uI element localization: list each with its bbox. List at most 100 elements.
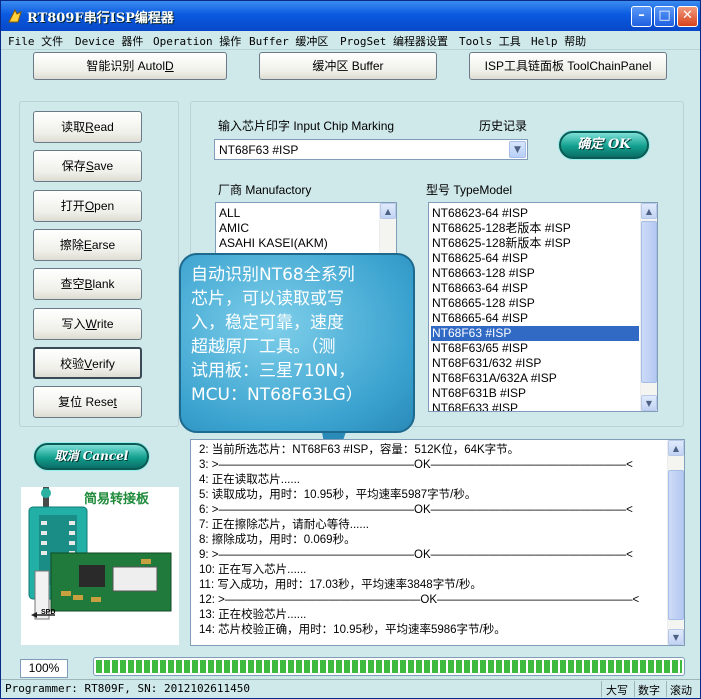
title-bar[interactable]: RT809F串行ISP编程器 – □ ✕ [1, 1, 700, 31]
autoid-button[interactable]: 智能识别 AutolD [33, 52, 227, 80]
open-label-text: 打开 [60, 198, 85, 213]
read-button[interactable]: 读取 Read [33, 111, 142, 143]
manufacturer-item[interactable]: AMIC [218, 221, 249, 236]
type-model-item[interactable]: NT68625-128新版本 #ISP [431, 236, 639, 251]
blank-button[interactable]: 查空 Blank [33, 268, 142, 301]
type-model-item[interactable]: NT68625-64 #ISP [431, 251, 639, 266]
write-label-rest: rite [96, 316, 114, 331]
log-line: 8: 擦除成功，用时：0.069秒。 [199, 534, 356, 546]
chevron-down-icon[interactable]: ▼ [509, 141, 526, 158]
blank-label-mnemonic: B [84, 277, 93, 292]
app-icon [8, 8, 22, 23]
scroll-thumb[interactable] [641, 221, 657, 383]
type-model-scrollbar[interactable]: ▲ ▼ [640, 203, 657, 411]
type-model-item[interactable]: NT68665-128 #ISP [431, 296, 639, 311]
chip-marking-value: NT68F63 #ISP [219, 143, 299, 157]
save-label-rest: ave [93, 159, 114, 174]
feature-callout: 自动识别NT68全系列 芯片，可以读取或写 入，稳定可靠，速度 超越原厂工具。（… [179, 253, 415, 433]
type-model-item[interactable]: NT68F631A/632A #ISP [431, 371, 639, 386]
type-model-item[interactable]: NT68663-128 #ISP [431, 266, 639, 281]
verify-label-text: 校验 [60, 356, 85, 371]
type-model-item[interactable]: NT68F631/632 #ISP [431, 356, 639, 371]
ok-button[interactable]: 确定 OK [559, 131, 649, 159]
close-button[interactable]: ✕ [677, 6, 698, 27]
typemodel-label: 型号 TypeModel [426, 183, 513, 197]
read-label-mnemonic: R [85, 120, 94, 134]
reset-button[interactable]: 复位 Reset [33, 386, 142, 419]
status-bar: Programmer: RT809F, SN: 2012102611450 大写… [1, 679, 700, 698]
log-line: 7: 正在擦除芯片，请耐心等待...... [199, 519, 369, 531]
log-line: 5: 读取成功，用时：10.95秒，平均速率5987字节/秒。 [199, 489, 477, 501]
callout-line: 自动识别NT68全系列 [191, 265, 355, 285]
type-model-item[interactable]: NT68F63 #ISP [431, 326, 639, 341]
log-line: 12: >—————————————————OK————————————————… [199, 594, 640, 606]
adapter-board-image: 简易转接板 SPD [21, 487, 179, 645]
type-model-item[interactable]: NT68665-64 #ISP [431, 311, 639, 326]
caps-lock-indicator: 大写 [606, 684, 628, 697]
save-button[interactable]: 保存 Save [33, 150, 142, 183]
read-label-rest: ead [93, 120, 114, 134]
log-line: 14: 芯片校验正确，用时：10.95秒，平均速率5986字节/秒。 [199, 624, 506, 636]
manufacturer-item[interactable]: ALL [218, 206, 240, 221]
erase-button[interactable]: 擦除 Earse [33, 228, 142, 261]
scroll-thumb[interactable] [668, 470, 684, 620]
write-label-text: 写入 [61, 316, 86, 331]
autoid-label: 智能识别 Autol [86, 59, 165, 73]
manufactory-label: 厂商 Manufactory [218, 183, 312, 197]
open-button[interactable]: 打开 Open [33, 189, 142, 222]
verify-label-rest: erify [92, 356, 115, 371]
menu-progset[interactable]: ProgSet 编程器设置 [340, 33, 448, 49]
scroll-up-icon[interactable]: ▲ [380, 203, 396, 219]
type-model-item[interactable]: NT68625-128老版本 #ISP [431, 221, 639, 236]
log-line: 10: 正在写入芯片...... [199, 564, 307, 576]
erase-label-rest: arse [91, 237, 116, 252]
menu-device[interactable]: Device 器件 [75, 33, 143, 49]
menu-help[interactable]: Help 帮助 [531, 33, 586, 49]
num-lock-indicator: 数字 [638, 684, 660, 697]
type-model-list[interactable]: ▲ ▼ NT68623-64 #ISP NT68625-128老版本 #ISP NT… [428, 202, 658, 412]
cancel-button[interactable]: 取消 Cancel [34, 443, 149, 470]
maximize-button[interactable]: □ [654, 6, 675, 27]
log-line: 4: 正在读取芯片...... [199, 474, 300, 486]
log-output[interactable]: ▲ ▼ 2: 当前所选芯片：NT68F63 #ISP，容量：512K位，64K字… [190, 439, 685, 646]
erase-label-text: 擦除 [59, 237, 84, 252]
autoid-mnemonic: D [165, 59, 174, 73]
manufacturer-list[interactable]: ▲ ALL AMIC ASAHI KASEI(AKM) [215, 202, 397, 260]
log-scrollbar[interactable]: ▲ ▼ [667, 440, 684, 645]
callout-line: 超越原厂工具。（测 [191, 337, 336, 357]
chip-marking-combobox[interactable]: NT68F63 #ISP ▼ [214, 139, 528, 160]
scroll-up-icon[interactable]: ▲ [668, 440, 684, 456]
scroll-down-icon[interactable]: ▼ [668, 629, 684, 645]
menu-tools[interactable]: Tools 工具 [459, 33, 521, 49]
chip-marking-label: 输入芯片印字 Input Chip Marking [218, 119, 395, 133]
toolchain-button[interactable]: ISP工具链面板 ToolChainPanel [469, 52, 667, 80]
blank-label-rest: lank [92, 277, 115, 292]
progress-percent: 100% [20, 659, 68, 678]
type-model-item[interactable]: NT68F63/65 #ISP [431, 341, 639, 356]
erase-label-mnemonic: E [83, 237, 92, 252]
log-line: 3: >—————————————————OK—————————————————… [199, 459, 633, 471]
write-button[interactable]: 写入 Write [33, 307, 142, 340]
callout-line: MCU：NT68F63LG） [191, 385, 363, 405]
buffer-button[interactable]: 缓冲区 Buffer [259, 52, 437, 80]
adapter-board-illustration [28, 487, 172, 620]
type-model-item[interactable]: NT68F631B #ISP [431, 386, 639, 401]
programmer-status: Programmer: RT809F, SN: 2012102611450 [5, 682, 251, 695]
minimize-button[interactable]: – [631, 6, 652, 27]
history-label: 历史记录 [479, 119, 528, 133]
menu-operation[interactable]: Operation 操作 [153, 33, 241, 49]
write-label-mnemonic: W [85, 316, 97, 331]
scroll-down-icon[interactable]: ▼ [641, 395, 657, 411]
callout-line: 入，稳定可靠，速度 [191, 313, 344, 333]
reset-label-mnemonic: t [113, 395, 117, 410]
scroll-up-icon[interactable]: ▲ [641, 203, 657, 219]
verify-button[interactable]: 校验 Verify [33, 346, 142, 379]
manufacturer-item[interactable]: ASAHI KASEI(AKM) [218, 236, 328, 251]
manufacturer-scrollbar[interactable]: ▲ [379, 203, 396, 259]
menu-buffer[interactable]: Buffer 缓冲区 [249, 33, 328, 49]
type-model-item[interactable]: NT68623-64 #ISP [431, 206, 639, 221]
type-model-item[interactable]: NT68663-64 #ISP [431, 281, 639, 296]
type-model-item[interactable]: NT68F633 #ISP [431, 401, 639, 411]
open-label-rest: pen [94, 198, 115, 213]
menu-file[interactable]: File 文件 [8, 33, 63, 49]
